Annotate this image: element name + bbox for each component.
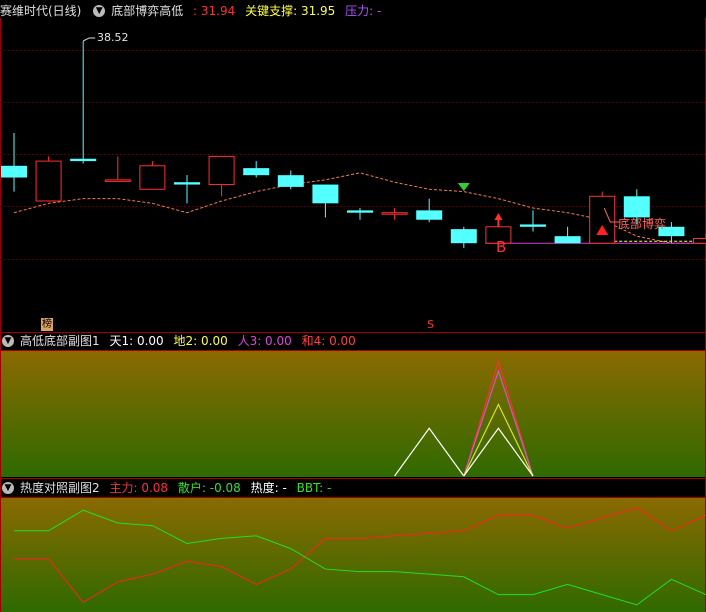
sub1-panel-bg xyxy=(0,351,706,477)
candle-body-down xyxy=(347,210,373,213)
candle-body-down xyxy=(70,158,97,162)
candle-body-down xyxy=(1,165,27,178)
candle-body-up xyxy=(35,160,62,202)
bottom-game-label: 底部博弈 xyxy=(618,217,667,231)
sub2-panel-bg xyxy=(0,498,706,612)
buy-signal-label: B xyxy=(496,238,507,256)
candle-body-down xyxy=(554,236,581,244)
high-price-label: 38.52 xyxy=(97,31,129,44)
candle-body-up xyxy=(208,155,235,186)
candle-body-up xyxy=(381,212,408,215)
high-pointer-line xyxy=(82,37,96,42)
candle-body-down xyxy=(450,229,477,244)
candle-body-up xyxy=(104,179,131,182)
candle-body-up xyxy=(589,195,616,244)
candle-body-down xyxy=(312,184,339,204)
candle-body-down xyxy=(174,182,200,185)
candle-body-down xyxy=(243,168,270,176)
buy-arrow-icon xyxy=(494,213,503,227)
candle-body-down xyxy=(277,175,304,187)
sell-marker: S xyxy=(427,318,434,331)
candle-body-up xyxy=(693,238,706,244)
kline-chart[interactable] xyxy=(0,0,706,612)
candle-body-up xyxy=(139,165,166,190)
green-signal-triangle xyxy=(457,183,470,191)
candle-body-down xyxy=(416,210,443,220)
rank-marker: 榜 xyxy=(41,318,53,331)
candle-body-down xyxy=(520,224,546,227)
